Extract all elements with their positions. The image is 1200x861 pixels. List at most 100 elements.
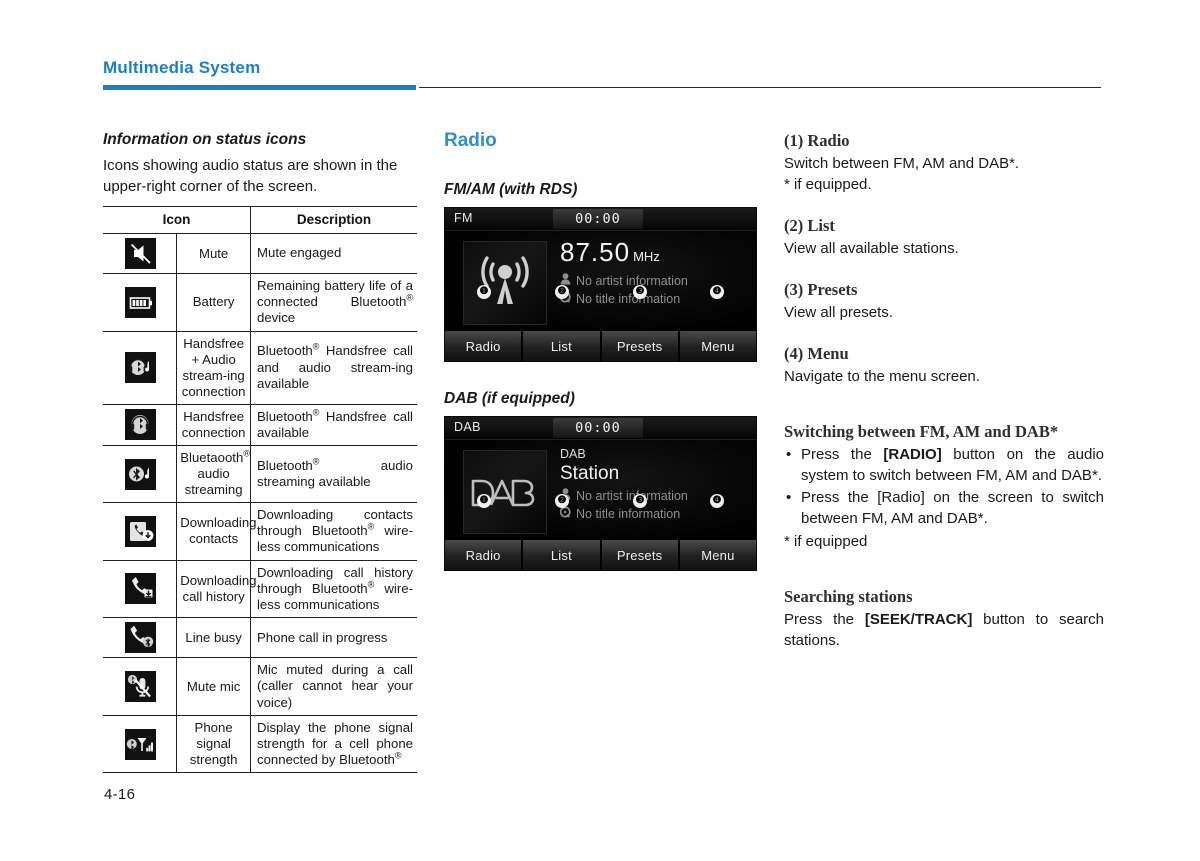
dab-tab-list[interactable]: List	[523, 540, 600, 570]
item2-heading: (2) List	[784, 216, 835, 235]
status-icons-heading: Information on status icons	[103, 131, 307, 148]
dab-radio-screen: DAB 00:00 DAB Station No artist informat…	[444, 416, 757, 571]
dab-clock-pill: 00:00	[553, 418, 643, 438]
item1-note: * if equipped.	[784, 176, 872, 193]
table-header-icon: Icon	[103, 206, 251, 234]
table-cell-icon	[103, 559, 177, 619]
seek-track-key-label: [SEEK/TRACK]	[864, 611, 973, 628]
table-cell-description: Bluetooth® Handsfree call and audio stre…	[250, 330, 417, 405]
fm-tab-bar: Radio List Presets Menu	[445, 331, 756, 361]
table-row: Battery Remaining battery life of a conne…	[103, 273, 417, 332]
fm-screen-body: 87.50 MHz No artist information No title …	[445, 231, 756, 331]
radio-heading: Radio	[444, 130, 497, 151]
dab-tab-bar: Radio List Presets Menu	[445, 540, 756, 570]
table-row: Mute mic Mic muted during a call (caller …	[103, 657, 417, 716]
table-cell-icon	[103, 502, 177, 561]
table-row: Phone signal strength Display the phone s…	[103, 714, 417, 774]
switching-bullets: Press the [RADIO] button on the audio sy…	[784, 444, 1104, 529]
fm-frequency-unit: MHz	[633, 249, 660, 264]
dab-source-label: DAB	[454, 420, 481, 434]
dab-heading: DAB (if equipped)	[444, 390, 575, 407]
dab-callouts: ❶ ❷ ❸ ❹	[445, 494, 756, 510]
dab-station-name: Station	[560, 463, 620, 484]
table-cell-name: Phone signal strength	[176, 714, 251, 774]
dab-tab-menu[interactable]: Menu	[679, 540, 756, 570]
table-cell-icon	[103, 445, 177, 504]
table-cell-icon	[103, 403, 177, 447]
battery-icon	[124, 286, 156, 318]
fm-frequency-value: 87.50	[560, 237, 631, 267]
dab-clock: 00:00	[575, 420, 621, 436]
table-cell-description: Bluetooth® Handsfree call available	[250, 403, 417, 447]
fm-radio-screen: FM 00:00 87.50 MHz No artist information…	[444, 207, 757, 362]
table-cell-icon	[103, 657, 177, 716]
table-header-description: Description	[250, 206, 417, 234]
table-cell-name: Line busy	[176, 617, 251, 659]
table-cell-description: Display the phone signal strength for a …	[250, 714, 417, 774]
table-cell-name: Mute mic	[176, 657, 251, 716]
handsfree-connection-icon	[124, 409, 156, 441]
header-rule-thin	[419, 87, 1101, 88]
table-row: Handsfree connection Bluetooth® Handsfree…	[103, 403, 417, 447]
table-cell-description: Phone call in progress	[250, 617, 417, 659]
fm-callout-4: ❹	[710, 285, 724, 299]
fm-callout-1: ❶	[477, 285, 491, 299]
table-cell-description: Remaining battery life of a connected Bl…	[250, 273, 417, 332]
page-header: Multimedia System	[103, 58, 1103, 78]
table-row: Downloading contacts Downloading contacts…	[103, 502, 417, 561]
searching-heading: Searching stations	[784, 587, 913, 606]
radio-antenna-icon	[463, 241, 547, 325]
dab-logo-icon	[463, 450, 547, 534]
table-row: Mute Mute engaged	[103, 233, 417, 274]
status-icons-intro: Icons showing audio status are shown in …	[103, 157, 398, 195]
fmam-heading: FM/AM (with RDS)	[444, 181, 578, 198]
fm-callout-2: ❷	[555, 285, 569, 299]
fm-tab-list[interactable]: List	[523, 331, 600, 361]
table-cell-name: Downloading call history	[176, 559, 257, 619]
fm-tab-presets[interactable]: Presets	[601, 331, 678, 361]
downloading-call-history-icon	[124, 573, 156, 605]
fm-callout-3: ❸	[633, 285, 647, 299]
dab-screen-body: DAB Station No artist information No tit…	[445, 440, 756, 540]
dab-tab-presets[interactable]: Presets	[601, 540, 678, 570]
switching-bullet-1-pre: Press the	[801, 446, 884, 463]
table-header-row: Icon Description	[103, 206, 417, 234]
fm-callouts: ❶ ❷ ❸ ❹	[445, 285, 756, 301]
item4-body: Navigate to the menu screen.	[784, 368, 980, 385]
table-row: Line busy Phone call in progress	[103, 617, 417, 659]
table-cell-name: Handsfree connection	[176, 403, 251, 447]
fm-clock: 00:00	[575, 211, 621, 227]
dab-status-bar: DAB 00:00	[445, 417, 756, 440]
dab-tab-radio[interactable]: Radio	[445, 540, 522, 570]
column-status-icons: Information on status icons Icons showin…	[103, 130, 418, 774]
fm-tab-menu[interactable]: Menu	[679, 331, 756, 361]
radio-key-label: [RADIO]	[883, 446, 942, 463]
table-row: Downloading call history Downloading call…	[103, 559, 417, 619]
table-cell-name: Bluetaooth® audio streaming	[176, 445, 251, 504]
table-cell-icon	[103, 233, 177, 274]
line-busy-icon	[124, 622, 156, 654]
dab-callout-2: ❷	[555, 494, 569, 508]
table-cell-name: Mute	[176, 233, 251, 274]
fm-tab-radio[interactable]: Radio	[445, 331, 522, 361]
table-cell-description: Downloading call history through Bluetoo…	[250, 559, 417, 619]
fm-source-label: FM	[454, 211, 473, 225]
mute-mic-icon	[124, 671, 156, 703]
switching-bullet-1: Press the [RADIO] button on the audio sy…	[784, 444, 1104, 486]
item4-heading: (4) Menu	[784, 344, 849, 363]
switching-bullet-2: Press the [Radio] on the screen to switc…	[784, 487, 1104, 529]
header-rule-blue	[103, 85, 416, 90]
table-cell-icon	[103, 617, 177, 659]
item1-body: Switch between FM, AM and DAB*.	[784, 155, 1020, 172]
page-number: 4-16	[104, 786, 136, 803]
table-cell-icon	[103, 273, 177, 332]
table-cell-icon	[103, 330, 177, 405]
phone-signal-strength-icon	[124, 728, 156, 760]
table-cell-name: Battery	[176, 273, 251, 332]
column-descriptions: (1) Radio Switch between FM, AM and DAB*…	[784, 130, 1104, 671]
bluetooth-audio-streaming-icon	[124, 458, 156, 490]
mute-icon	[124, 238, 156, 269]
fm-clock-pill: 00:00	[553, 209, 643, 229]
